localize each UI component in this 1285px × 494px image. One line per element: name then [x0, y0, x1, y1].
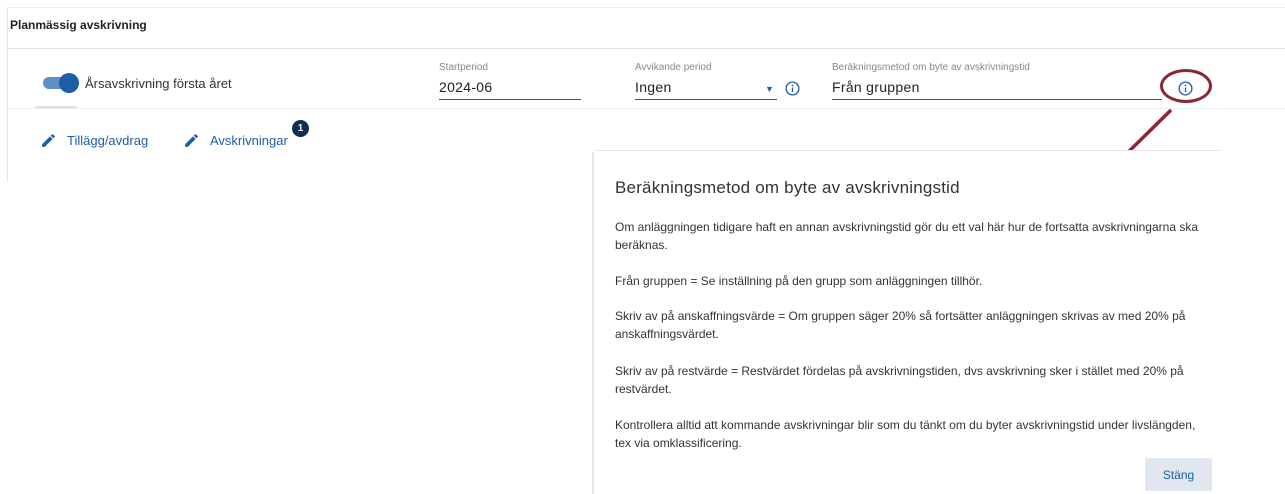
- dialog-paragraph: Skriv av på anskaffningsvärde = Om grupp…: [615, 309, 1186, 341]
- close-button[interactable]: Stäng: [1145, 458, 1212, 491]
- panel-left-border: [7, 7, 8, 182]
- berakningsmetod-label: Beräkningsmetod om byte av avskrivningst…: [832, 62, 1030, 73]
- dialog-paragraph: Om anläggningen tidigare haft en annan a…: [615, 220, 1199, 252]
- header-divider: [7, 48, 1285, 49]
- toggle-label: Årsavskrivning första året: [85, 76, 232, 91]
- notification-badge: 1: [292, 120, 309, 137]
- avvikande-period-select[interactable]: Ingen: [635, 79, 672, 95]
- dialog-paragraph: Kontrollera alltid att kommande avskrivn…: [615, 418, 1196, 450]
- tillagg-avdrag-button[interactable]: Tillägg/avdrag: [40, 132, 148, 149]
- startperiod-underline: [439, 99, 581, 100]
- avskrivningar-button[interactable]: Avskrivningar: [183, 132, 288, 149]
- pencil-icon: [185, 134, 198, 147]
- dialog-title: Beräkningsmetod om byte av avskrivningst…: [615, 178, 960, 197]
- startperiod-label: Startperiod: [439, 62, 488, 73]
- toggle-knob: [59, 73, 79, 93]
- info-dialog: Beräkningsmetod om byte av avskrivningst…: [594, 151, 1220, 494]
- avvikande-period-label: Avvikande period: [635, 62, 712, 73]
- startperiod-input[interactable]: 2024-06: [439, 79, 492, 95]
- tillagg-avdrag-label: Tillägg/avdrag: [67, 133, 149, 148]
- pencil-icon: [42, 134, 55, 147]
- section-title: Planmässig avskrivning: [10, 18, 147, 32]
- dialog-paragraph: Skriv av på restvärde = Restvärdet förde…: [615, 364, 1184, 396]
- avskrivningar-label: Avskrivningar: [210, 133, 288, 148]
- dialog-paragraph: Från gruppen = Se inställning på den gru…: [615, 274, 983, 288]
- berakningsmetod-underline: [832, 99, 1162, 100]
- avvikande-period-underline: [635, 99, 777, 100]
- chevron-down-icon[interactable]: ▼: [765, 84, 774, 94]
- avvikande-info-icon[interactable]: [785, 81, 800, 96]
- annotation-ring: [1160, 69, 1212, 103]
- panel-top-border: [7, 7, 1285, 8]
- first-year-toggle[interactable]: [43, 70, 79, 96]
- berakningsmetod-select[interactable]: Från gruppen: [832, 79, 920, 95]
